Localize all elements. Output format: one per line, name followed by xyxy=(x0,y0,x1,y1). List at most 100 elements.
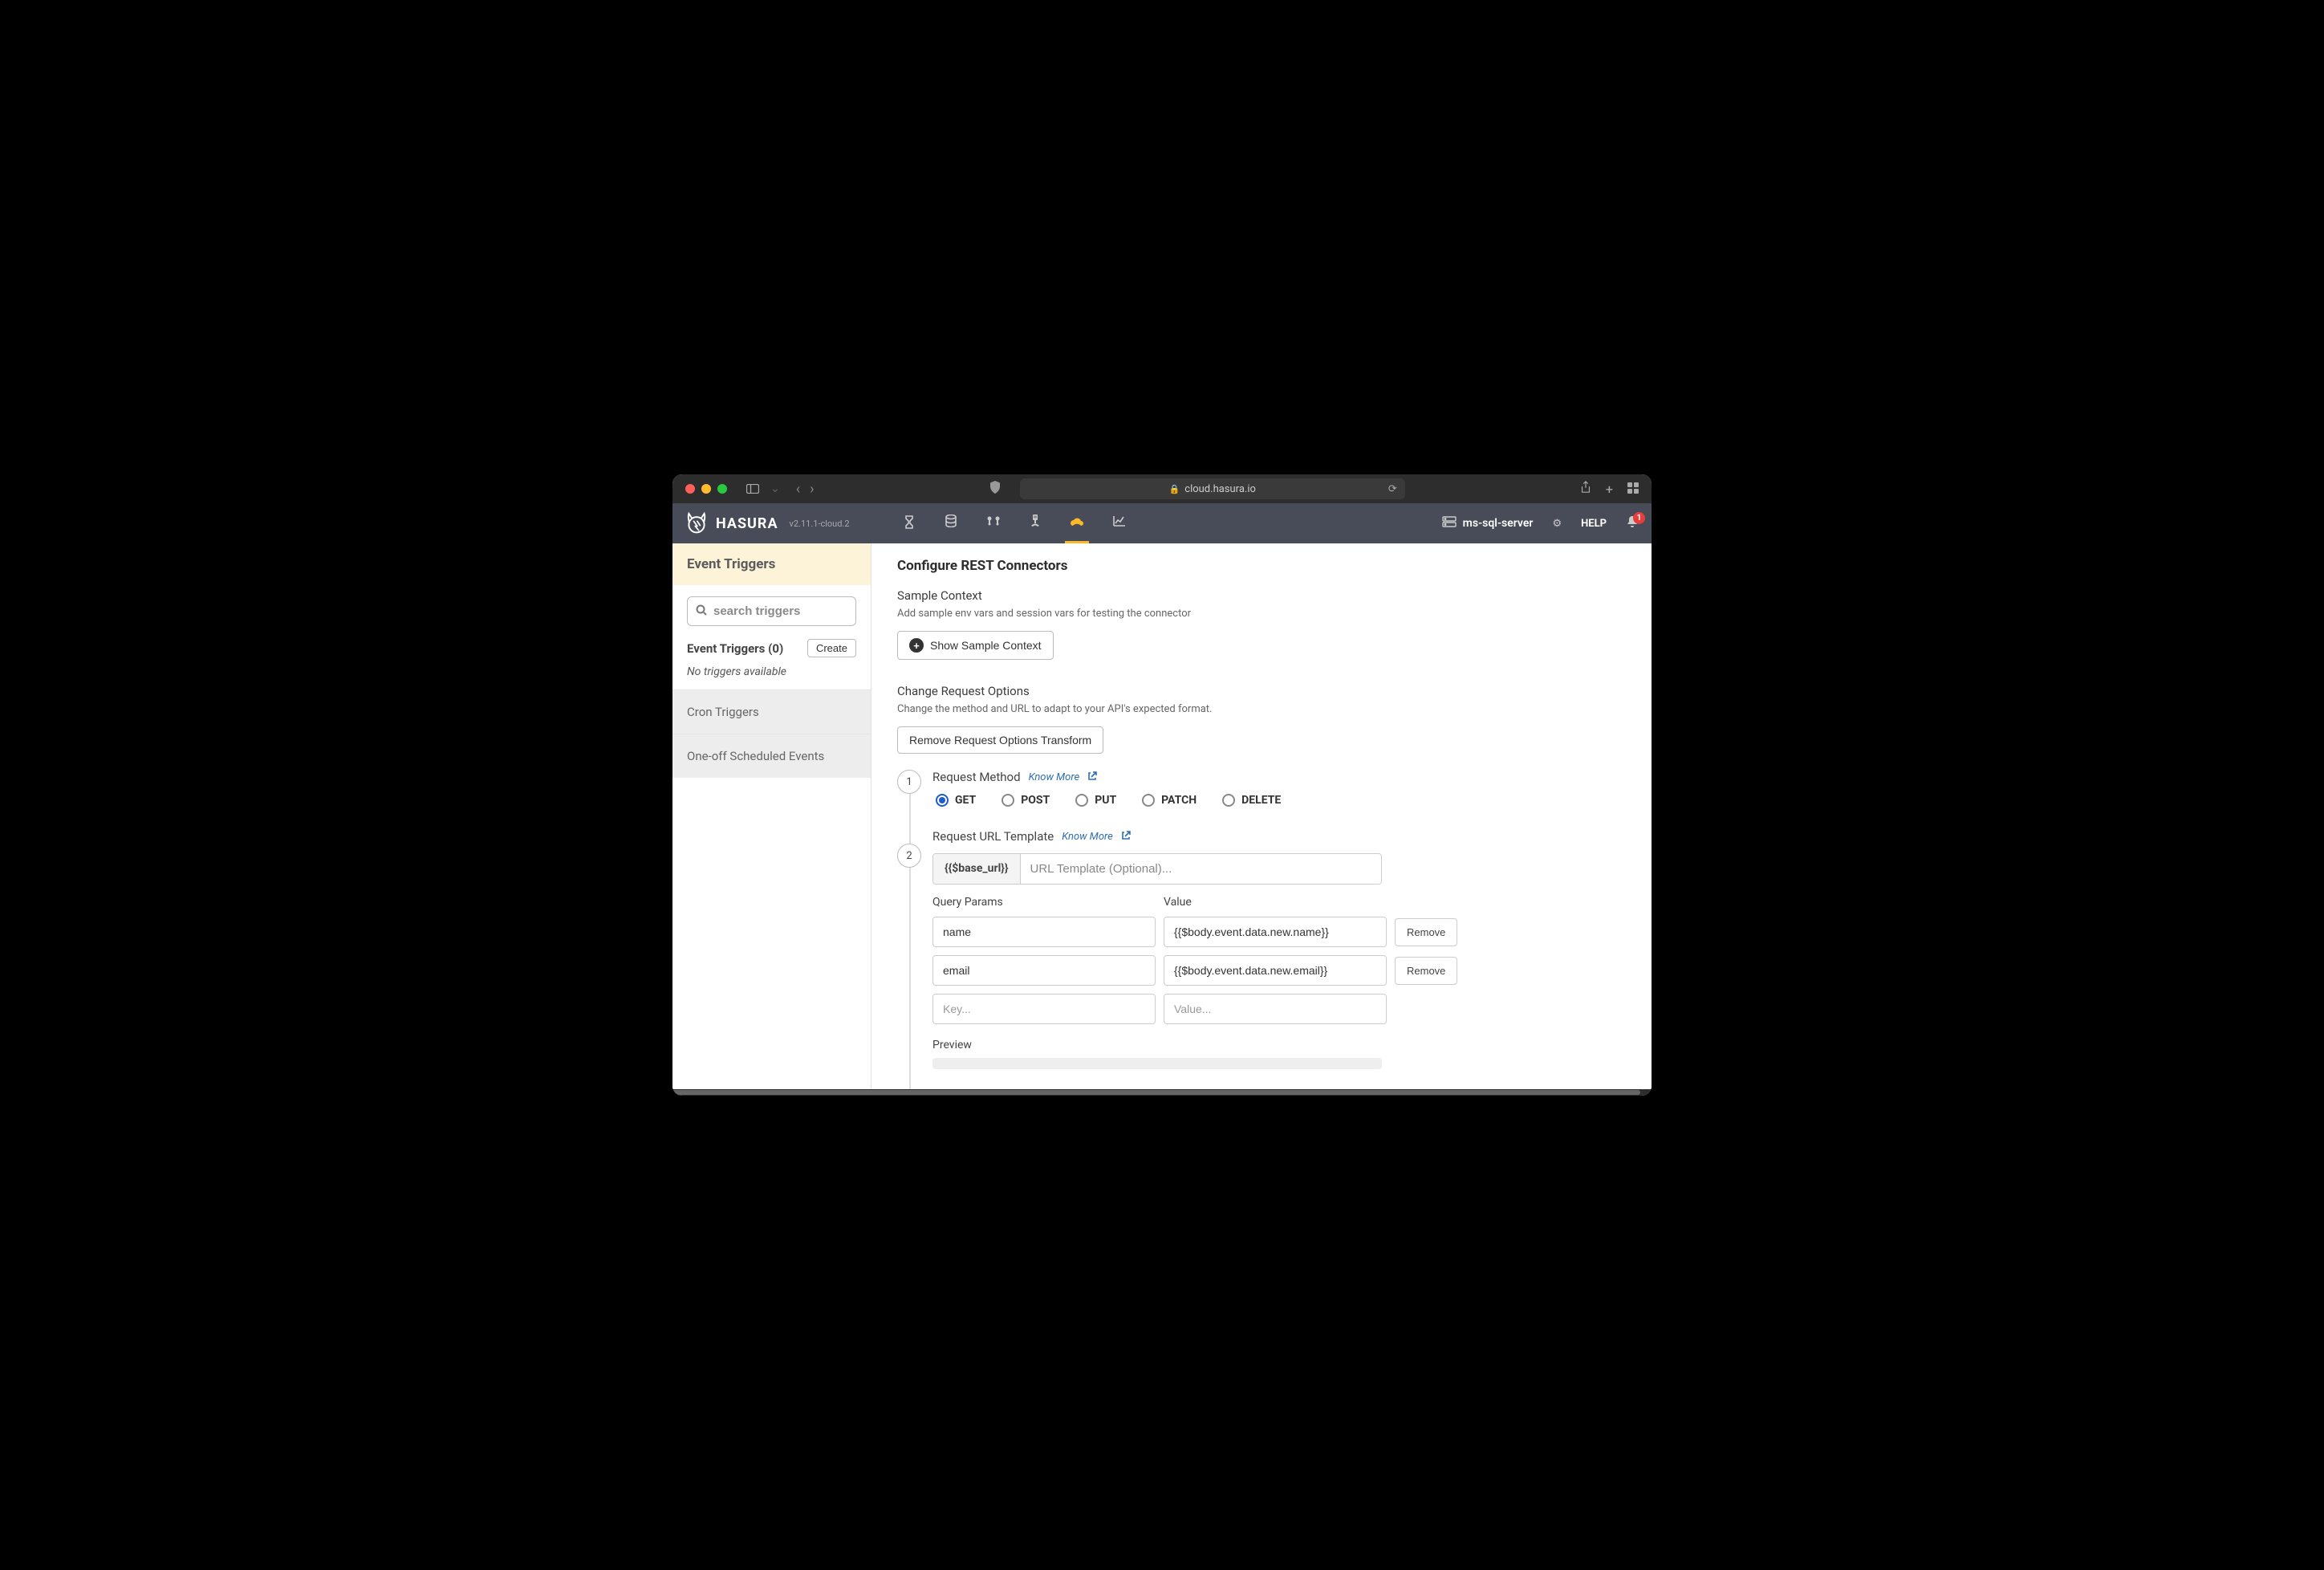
main-content: Configure REST Connectors Sample Context… xyxy=(872,543,1652,1089)
notifications-icon[interactable]: 1 xyxy=(1626,515,1639,531)
show-sample-context-label: Show Sample Context xyxy=(930,639,1042,652)
nav-actions-icon[interactable] xyxy=(986,503,1001,543)
step-2-bubble: 2 xyxy=(897,844,921,868)
step-request-method: Request Method Know More GET POST PUT PA… xyxy=(932,770,1626,807)
value-header: Value xyxy=(1164,896,1387,909)
external-link-icon[interactable] xyxy=(1121,831,1131,843)
traffic-lights xyxy=(685,484,727,494)
lock-icon: 🔒 xyxy=(1169,484,1180,494)
preview-box xyxy=(932,1058,1382,1069)
app-header: HASURA v2.11.1-cloud.2 ms-sql-server ⚙ H… xyxy=(672,503,1652,543)
step-1-bubble: 1 xyxy=(897,770,921,794)
url-text: cloud.hasura.io xyxy=(1184,483,1256,495)
search-icon xyxy=(696,604,707,619)
database-label: ms-sql-server xyxy=(1463,517,1534,530)
url-template-label: Request URL Template xyxy=(932,829,1054,844)
header-right: ms-sql-server ⚙ HELP 1 xyxy=(1442,515,1639,531)
settings-icon[interactable]: ⚙ xyxy=(1552,518,1562,530)
app-body: Event Triggers Event Triggers (0) Create… xyxy=(672,543,1652,1089)
version-text: v2.11.1-cloud.2 xyxy=(790,519,850,529)
logo-area[interactable]: HASURA v2.11.1-cloud.2 xyxy=(685,512,874,535)
request-method-label: Request Method xyxy=(932,770,1021,784)
external-link-icon[interactable] xyxy=(1087,771,1097,783)
radio-delete[interactable] xyxy=(1222,794,1235,807)
new-tab-icon[interactable]: + xyxy=(1606,482,1613,497)
remove-param-0[interactable]: Remove xyxy=(1395,918,1457,946)
share-icon[interactable] xyxy=(1580,481,1591,497)
sidebar-toggle-icon[interactable] xyxy=(743,479,762,498)
notification-badge: 1 xyxy=(1633,512,1645,524)
back-button[interactable]: ‹ xyxy=(796,481,800,498)
param-row-new xyxy=(932,994,1494,1024)
param-row-0: Remove xyxy=(932,917,1494,947)
reload-icon[interactable]: ⟳ xyxy=(1388,483,1397,495)
remove-param-1[interactable]: Remove xyxy=(1395,957,1457,985)
minimize-window[interactable] xyxy=(701,484,711,494)
horizontal-scrollbar[interactable] xyxy=(672,1089,1652,1096)
hasura-logo-icon xyxy=(685,512,708,535)
radio-patch[interactable] xyxy=(1142,794,1155,807)
nav-arrows: ‹ › xyxy=(796,481,815,498)
radio-put-label: PUT xyxy=(1095,794,1116,807)
know-more-method[interactable]: Know More xyxy=(1029,771,1080,783)
database-chip[interactable]: ms-sql-server xyxy=(1442,516,1534,531)
remove-transform-button[interactable]: Remove Request Options Transform xyxy=(897,726,1103,754)
sidebar-item-oneoff[interactable]: One-off Scheduled Events xyxy=(672,734,871,778)
know-more-url[interactable]: Know More xyxy=(1062,831,1113,843)
param-row-1: Remove xyxy=(932,955,1494,986)
radio-get-label: GET xyxy=(955,794,976,807)
nav-api-icon[interactable] xyxy=(903,503,916,543)
top-nav xyxy=(903,503,1126,543)
change-request-desc: Change the method and URL to adapt to yo… xyxy=(897,703,1626,715)
browser-window: ⌄ ‹ › 🔒 cloud.hasura.io ⟳ + xyxy=(672,474,1652,1096)
param-key-0[interactable] xyxy=(932,917,1156,947)
titlebar: ⌄ ‹ › 🔒 cloud.hasura.io ⟳ + xyxy=(672,474,1652,503)
radio-post[interactable] xyxy=(1002,794,1014,807)
param-value-0[interactable] xyxy=(1164,917,1387,947)
nav-data-icon[interactable] xyxy=(945,503,957,543)
param-value-new[interactable] xyxy=(1164,994,1387,1024)
nav-remote-icon[interactable] xyxy=(1030,503,1041,543)
radio-post-label: POST xyxy=(1021,794,1050,807)
url-bar[interactable]: 🔒 cloud.hasura.io ⟳ xyxy=(1020,478,1405,499)
show-sample-context-button[interactable]: + Show Sample Context xyxy=(897,631,1054,660)
sample-context-desc: Add sample env vars and session vars for… xyxy=(897,608,1626,620)
sidebar: Event Triggers Event Triggers (0) Create… xyxy=(672,543,872,1089)
param-value-1[interactable] xyxy=(1164,955,1387,986)
base-url-prefix: {{$base_url}} xyxy=(933,854,1021,884)
step-url-template: Request URL Template Know More {{$base_u… xyxy=(932,829,1626,1069)
radio-delete-label: DELETE xyxy=(1241,794,1281,807)
search-triggers-input[interactable] xyxy=(713,604,847,618)
query-params-header: Query Params xyxy=(932,896,1156,909)
sidebar-item-cron[interactable]: Cron Triggers xyxy=(672,689,871,734)
chevron-down-icon[interactable]: ⌄ xyxy=(770,482,780,495)
shield-icon[interactable] xyxy=(989,481,1001,497)
radio-get[interactable] xyxy=(936,794,949,807)
method-radio-group: GET POST PUT PATCH DELETE xyxy=(932,794,1626,807)
url-template-input[interactable] xyxy=(1021,854,1381,884)
empty-triggers-text: No triggers available xyxy=(687,665,856,678)
param-key-new[interactable] xyxy=(932,994,1156,1024)
help-link[interactable]: HELP xyxy=(1581,518,1607,530)
tab-overview-icon[interactable] xyxy=(1627,482,1639,497)
triggers-count-label: Event Triggers (0) xyxy=(687,641,783,656)
maximize-window[interactable] xyxy=(717,484,727,494)
page-title: Configure REST Connectors xyxy=(897,558,1626,574)
radio-put[interactable] xyxy=(1075,794,1088,807)
preview-label: Preview xyxy=(932,1039,1626,1051)
sidebar-header: Event Triggers xyxy=(672,543,871,585)
plus-icon: + xyxy=(909,638,924,653)
radio-patch-label: PATCH xyxy=(1161,794,1197,807)
database-icon xyxy=(1442,516,1457,531)
param-key-1[interactable] xyxy=(932,955,1156,986)
nav-monitoring-icon[interactable] xyxy=(1113,503,1126,543)
sample-context-title: Sample Context xyxy=(897,588,1626,603)
nav-events-icon[interactable] xyxy=(1070,503,1084,543)
url-template-row: {{$base_url}} xyxy=(932,853,1382,885)
change-request-title: Change Request Options xyxy=(897,684,1626,698)
search-triggers-wrap xyxy=(687,596,856,626)
close-window[interactable] xyxy=(685,484,695,494)
brand-text: HASURA xyxy=(716,515,778,532)
forward-button[interactable]: › xyxy=(810,481,814,498)
create-trigger-button[interactable]: Create xyxy=(807,639,856,657)
